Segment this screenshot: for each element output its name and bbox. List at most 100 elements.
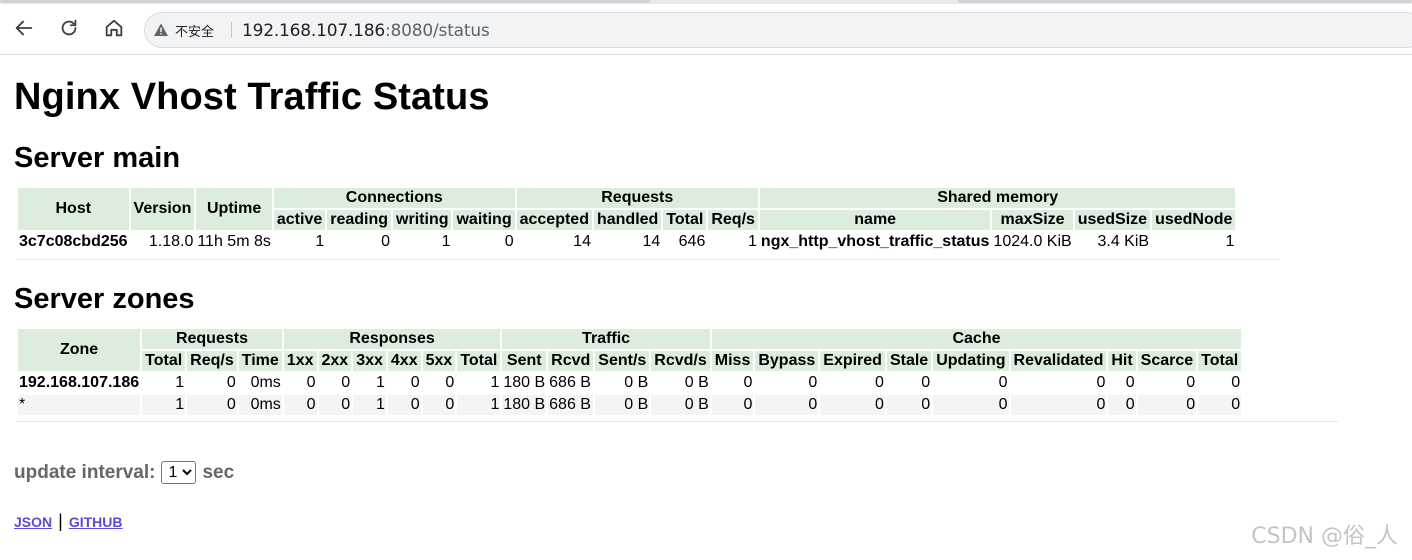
- security-chip[interactable]: 不安全: [153, 17, 214, 43]
- cell-active: 1: [315, 233, 325, 250]
- url-port-path: :8080/status: [385, 21, 490, 41]
- cell-bypass: 0: [755, 395, 819, 415]
- arrow-left-icon: [15, 20, 33, 36]
- col-version: Version: [130, 188, 195, 230]
- watermark: CSDN @俗_人: [1251, 524, 1398, 549]
- col-5xx: 5xx: [422, 351, 456, 371]
- cell-total: 646: [678, 233, 706, 250]
- col-reading: reading: [327, 210, 392, 230]
- browser-toolbar: 不安全 192.168.107.186:8080/status: [0, 4, 1412, 54]
- cell-sent-s: 0 B: [595, 395, 650, 415]
- cell-2xx: 0: [341, 374, 351, 391]
- group-connections: Connections: [273, 188, 515, 208]
- cell-usednode: 1: [1225, 233, 1235, 250]
- cell-time: 0ms: [250, 374, 281, 391]
- cell-hit: 0: [1108, 395, 1136, 415]
- cell-3xx: 1: [353, 395, 386, 415]
- cell-rcvd-s: 0 B: [651, 395, 710, 415]
- cell-resp-total: 1: [457, 395, 501, 415]
- col-usednode: usedNode: [1152, 210, 1236, 230]
- update-interval-label: update interval:: [14, 461, 156, 483]
- reload-button[interactable]: [54, 13, 84, 43]
- col-accepted: accepted: [516, 210, 592, 230]
- col-req-s: Req/s: [187, 351, 237, 371]
- cell-5xx: 0: [422, 395, 456, 415]
- col-rcvd-s: Rcvd/s: [651, 351, 710, 371]
- col-resp-total: Total: [457, 351, 501, 371]
- footer-links: JSON | GITHUB: [14, 511, 122, 532]
- col-expired: Expired: [820, 351, 885, 371]
- cell-expired: 0: [820, 395, 885, 415]
- col-waiting: waiting: [453, 210, 515, 230]
- cell-host: 3c7c08cbd256: [19, 233, 128, 250]
- col-handled: handled: [593, 210, 662, 230]
- server-zones-heading: Server zones: [14, 283, 195, 315]
- col-stale: Stale: [886, 351, 932, 371]
- cell-4xx: 0: [410, 374, 420, 391]
- cell-miss: 0: [711, 395, 754, 415]
- group-requests: Requests: [516, 188, 758, 208]
- github-link[interactable]: GITHUB: [69, 514, 123, 530]
- col-miss: Miss: [711, 351, 754, 371]
- cell-reading: 0: [381, 233, 391, 250]
- cell-3xx: 1: [376, 374, 385, 391]
- cell-usedsize: 3.4 KiB: [1097, 233, 1150, 250]
- cell-sent-s: 0 B: [624, 374, 649, 391]
- cell-waiting: 0: [504, 233, 514, 250]
- col-usedsize: usedSize: [1074, 210, 1151, 230]
- cell-4xx: 0: [387, 395, 421, 415]
- cell-req-total: 1: [175, 374, 185, 391]
- col-zone: Zone: [18, 329, 141, 371]
- cell-handled: 14: [642, 233, 661, 250]
- cell-version: 1.18.0: [148, 233, 194, 250]
- cell-scarce: 0: [1186, 374, 1196, 391]
- col-sent-s: Sent/s: [595, 351, 650, 371]
- reload-icon: [61, 19, 77, 36]
- group-traffic: Traffic: [502, 329, 710, 349]
- cell-resp-total: 1: [490, 374, 500, 391]
- cell-2xx: 0: [318, 395, 352, 415]
- col-hit: Hit: [1108, 351, 1136, 371]
- col-writing: writing: [393, 210, 452, 230]
- cell-zone: 192.168.107.186: [19, 374, 140, 391]
- group-requests: Requests: [142, 329, 282, 349]
- col-req-total: Total: [142, 351, 186, 371]
- cell-updating: 0: [998, 374, 1008, 391]
- cell-cache-total: 0: [1198, 395, 1242, 415]
- cell-miss: 0: [743, 374, 753, 391]
- cell-rcvd: 686 B: [548, 395, 594, 415]
- col-cache-total: Total: [1198, 351, 1242, 371]
- url-host: 192.168.107.186: [242, 21, 386, 41]
- page-title: Nginx Vhost Traffic Status: [14, 76, 490, 118]
- col-active: active: [273, 210, 326, 230]
- cell-sent: 180 B: [502, 395, 547, 415]
- home-icon: [105, 19, 123, 37]
- cell-1xx: 0: [306, 374, 316, 391]
- cell-1xx: 0: [283, 395, 317, 415]
- row-divider: [16, 421, 1338, 422]
- cell-stale: 0: [921, 374, 931, 391]
- toolbar-divider: [0, 54, 1412, 55]
- table-row: * 1 0 0ms 0 0 1 0 0 1 180 B 686 B 0 B 0 …: [18, 395, 1242, 415]
- cell-writing: 1: [441, 233, 451, 250]
- cell-stale: 0: [886, 395, 932, 415]
- cell-req-s: 1: [748, 233, 757, 250]
- col-updating: Updating: [933, 351, 1009, 371]
- update-interval: update interval: 1 sec: [14, 461, 234, 484]
- url-text[interactable]: 192.168.107.186:8080/status: [242, 21, 490, 41]
- group-responses: Responses: [283, 329, 501, 349]
- cell-req-s: 0: [187, 395, 237, 415]
- cell-sent: 180 B: [503, 374, 546, 391]
- back-button[interactable]: [9, 13, 39, 43]
- update-interval-select[interactable]: 1: [161, 461, 197, 484]
- cell-bypass: 0: [808, 374, 818, 391]
- cell-updating: 0: [933, 395, 1009, 415]
- col-4xx: 4xx: [387, 351, 421, 371]
- cell-hit: 0: [1125, 374, 1135, 391]
- cell-expired: 0: [875, 374, 884, 391]
- home-button[interactable]: [99, 13, 129, 43]
- col-total: Total: [663, 210, 707, 230]
- json-link[interactable]: JSON: [14, 514, 52, 530]
- address-bar[interactable]: 不安全 192.168.107.186:8080/status: [144, 12, 1412, 48]
- cell-revalidated: 0: [1096, 374, 1106, 391]
